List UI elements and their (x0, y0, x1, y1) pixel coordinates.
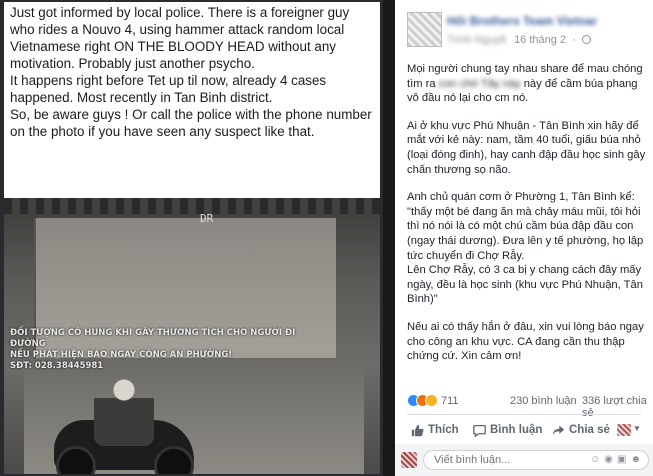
comment-button[interactable]: Bình luận (473, 422, 542, 438)
share-button[interactable]: Chia sẻ (552, 422, 610, 438)
post-paragraph-1: Mọi người chung tay nhau share để mau ch… (407, 62, 647, 106)
post-as-avatar[interactable] (617, 424, 631, 436)
page-name-link[interactable]: Hội Brothers Team Vietnam (447, 14, 597, 26)
left-paragraph-1: Just got informed by local police. There… (10, 5, 350, 71)
divider (407, 414, 641, 415)
blurred-text: con chó Tây này (438, 77, 521, 90)
sticker-icon[interactable]: ☻ (630, 454, 645, 465)
post-paragraph-2: Ai ở khu vực Phú Nhuận - Tân Bình xin hã… (407, 119, 646, 176)
like-label: Thích (428, 424, 459, 436)
photo-sign-text: DR (200, 212, 214, 225)
post-date[interactable]: 16 tháng 2 (514, 34, 566, 46)
caption-line-3: SĐT: 028.38445981 (10, 361, 104, 371)
comment-tools: ☺◉▣☻ (590, 454, 645, 465)
share-arrow-icon (552, 425, 565, 435)
sad-reaction-icon[interactable] (425, 394, 438, 407)
post-header: Hội Brothers Team Vietnam Trinh Nguyễn 1… (395, 0, 653, 56)
left-screenshot-panel: Just got informed by local police. There… (0, 0, 383, 476)
chevron-down-icon[interactable]: ▼ (633, 424, 641, 433)
photo-caption: ĐỐI TƯỢNG CÔ HUNG KHI GÂY THƯƠNG TÍCH CH… (10, 328, 310, 372)
gif-icon[interactable]: ▣ (617, 454, 630, 465)
comment-count-link[interactable]: 230 bình luận (510, 395, 577, 407)
emoji-icon[interactable]: ☺ (590, 454, 604, 465)
camera-icon[interactable]: ◉ (604, 454, 617, 465)
comment-icon (473, 424, 486, 437)
post-body: Mọi người chung tay nhau share để mau ch… (407, 62, 647, 377)
facebook-post: Hội Brothers Team Vietnam Trinh Nguyễn 1… (395, 0, 653, 476)
post-actions: Thích Bình luận Chia sẻ ▼ (407, 420, 653, 440)
meta-separator: · (572, 34, 576, 46)
comment-label: Bình luận (490, 424, 543, 436)
page-avatar[interactable] (407, 12, 442, 47)
rider-figure (94, 376, 154, 446)
post-paragraph-3: Anh chủ quán cơm ở Phường 1, Tân Bình kể… (407, 191, 644, 306)
thumbs-up-icon (411, 424, 424, 436)
reaction-summary: 711 230 bình luận 336 lượt chia sẻ (407, 393, 649, 419)
left-paragraph-3: So, be aware guys ! Or call the police w… (10, 107, 372, 139)
share-label: Chia sẻ (569, 424, 610, 436)
share-count-link[interactable]: 336 lượt chia sẻ (582, 395, 649, 419)
like-button[interactable]: Thích (411, 422, 459, 438)
left-paragraph-2: It happens right before Tet up til now, … (10, 73, 327, 105)
reaction-count[interactable]: 711 (441, 395, 459, 407)
left-post-text: Just got informed by local police. There… (4, 2, 380, 198)
post-meta: Trinh Nguyễn 16 tháng 2 · (447, 34, 591, 46)
cctv-photo[interactable]: DR ĐỐI TƯỢNG CÔ HUNG KHI GÂY THƯƠNG TÍCH… (4, 198, 380, 474)
photo-ceiling (4, 198, 380, 214)
post-author-link[interactable]: Trinh Nguyễn (447, 34, 507, 46)
post-paragraph-4: Nếu ai có thấy hắn ở đâu, xin vui lòng b… (407, 320, 644, 363)
caption-line-2: NẾU PHÁT HIỆN BÁO NGAY CÔNG AN PHƯỜNG! (10, 350, 233, 360)
caption-line-1: ĐỐI TƯỢNG CÔ HUNG KHI GÂY THƯƠNG TÍCH CH… (10, 328, 296, 349)
user-avatar[interactable] (401, 452, 417, 468)
globe-icon (581, 35, 591, 44)
comment-composer: ☺◉▣☻ (395, 444, 653, 476)
